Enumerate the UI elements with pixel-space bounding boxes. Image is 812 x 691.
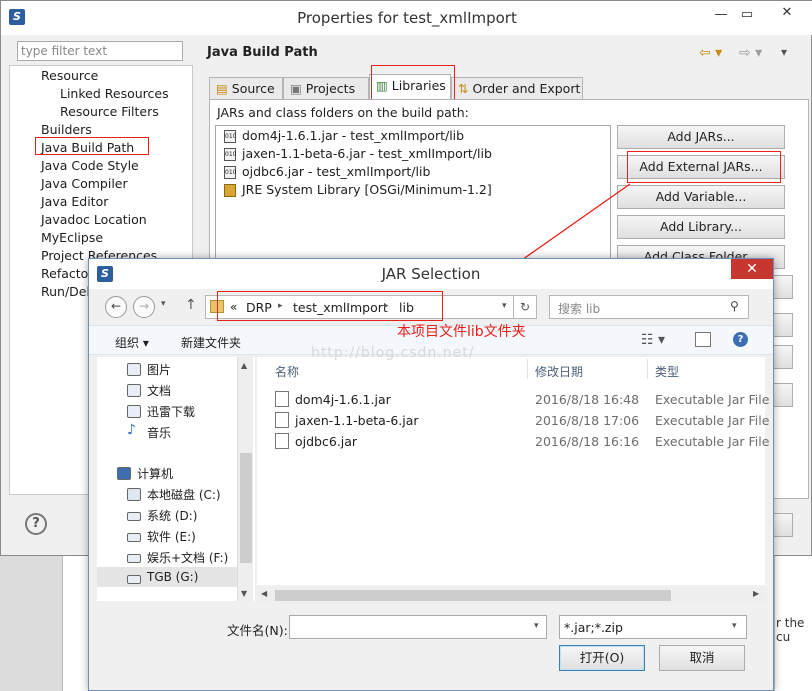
jar-selection-dialog: S JAR Selection ✕ ← → ▾ ↑ « DRP ▸ test_x…	[88, 258, 774, 691]
file-type: Executable Jar File	[655, 434, 770, 449]
filename-label: 文件名(N):	[227, 623, 288, 638]
column-date[interactable]: 修改日期	[535, 363, 583, 380]
new-folder-button[interactable]: 新建文件夹	[181, 334, 241, 351]
scroll-right-icon[interactable]: ▶	[753, 589, 759, 598]
help-icon[interactable]: ?	[733, 332, 748, 347]
highlight-lib-path	[217, 291, 443, 321]
chevron-down-icon: ▾	[732, 621, 737, 631]
recent-locations-icon[interactable]: ▾	[161, 299, 166, 309]
jar-file-icon	[275, 412, 289, 428]
nav-pictures[interactable]: 图片	[147, 361, 171, 378]
file-date: 2016/8/18 16:48	[535, 392, 640, 407]
organize-button[interactable]: 组织 ▾	[115, 334, 149, 351]
drive-icon	[127, 554, 141, 563]
drive-icon	[127, 533, 141, 542]
watermark: http://blog.csdn.net/	[311, 345, 475, 361]
scroll-thumb[interactable]	[240, 453, 252, 563]
column-name[interactable]: 名称	[275, 363, 299, 380]
open-button[interactable]: 打开(O)	[559, 645, 645, 671]
nav-drive-c[interactable]: 本地磁盘 (C:)	[147, 486, 221, 503]
cancel-button[interactable]: 取消	[659, 645, 745, 671]
search-input[interactable]: 搜索 lib ⚲	[549, 295, 749, 319]
column-divider	[527, 359, 528, 379]
nav-drive-f[interactable]: 娱乐+文档 (F:)	[147, 549, 228, 566]
filetype-select[interactable]: *.jar;*.zip ▾	[559, 615, 747, 639]
drive-icon	[127, 512, 141, 521]
nav-thunder-downloads[interactable]: 迅雷下载	[147, 403, 195, 420]
nav-drive-e[interactable]: 软件 (E:)	[147, 528, 196, 545]
scroll-thumb[interactable]	[275, 590, 671, 601]
jar-file-icon	[275, 433, 289, 449]
scroll-up-icon[interactable]: ▲	[241, 361, 247, 370]
jar-dialog-titlebar: S JAR Selection ✕	[89, 259, 773, 289]
column-type[interactable]: 类型	[655, 363, 679, 380]
file-type: Executable Jar File	[655, 413, 770, 428]
navigation-pane: 图片 文档 迅雷下载 ♪ 音乐 计算机 本地磁盘 (C:) 系统 (D:) 软件…	[97, 357, 255, 601]
up-icon[interactable]: ↑	[185, 297, 197, 313]
refresh-icon[interactable]: ↻	[513, 295, 537, 319]
nav-documents[interactable]: 文档	[147, 382, 171, 399]
scroll-down-icon[interactable]: ▼	[241, 589, 247, 598]
pictures-icon	[127, 363, 141, 376]
scroll-left-icon[interactable]: ◀	[261, 589, 267, 598]
nav-drive-d[interactable]: 系统 (D:)	[147, 507, 197, 524]
music-icon: ♪	[127, 422, 136, 438]
computer-icon	[117, 467, 131, 480]
search-icon: ⚲	[730, 299, 739, 313]
annotation-text: 本项目文件lib文件夹	[397, 324, 526, 340]
drive-icon	[127, 575, 141, 584]
column-divider	[647, 359, 648, 379]
file-date: 2016/8/18 17:06	[535, 413, 640, 428]
nav-drive-g[interactable]: TGB (G:)	[147, 570, 198, 584]
close-icon[interactable]: ✕	[731, 259, 773, 279]
nav-computer[interactable]: 计算机	[137, 465, 173, 482]
file-name[interactable]: ojdbc6.jar	[295, 434, 357, 449]
jar-dialog-title: JAR Selection	[381, 265, 481, 283]
drive-c-icon	[127, 488, 141, 501]
file-name[interactable]: dom4j-1.6.1.jar	[295, 392, 391, 407]
chevron-down-icon[interactable]: ▾	[534, 621, 539, 631]
file-type: Executable Jar File	[655, 392, 770, 407]
file-name[interactable]: jaxen-1.1-beta-6.jar	[295, 413, 419, 428]
view-options-icon[interactable]: ☷ ▾	[641, 332, 665, 348]
file-date: 2016/8/18 16:16	[535, 434, 640, 449]
preview-pane-icon[interactable]	[695, 332, 711, 347]
navigation-scrollbar[interactable]: ▲ ▼	[237, 357, 253, 601]
forward-icon[interactable]: →	[133, 296, 155, 318]
jar-file-icon	[275, 391, 289, 407]
nav-music[interactable]: 音乐	[147, 424, 171, 441]
filename-input[interactable]: ▾	[289, 615, 547, 639]
address-dropdown-icon[interactable]: ▾	[502, 301, 507, 311]
downloads-icon	[127, 405, 141, 418]
documents-icon	[127, 384, 141, 397]
back-icon[interactable]: ←	[105, 296, 127, 318]
